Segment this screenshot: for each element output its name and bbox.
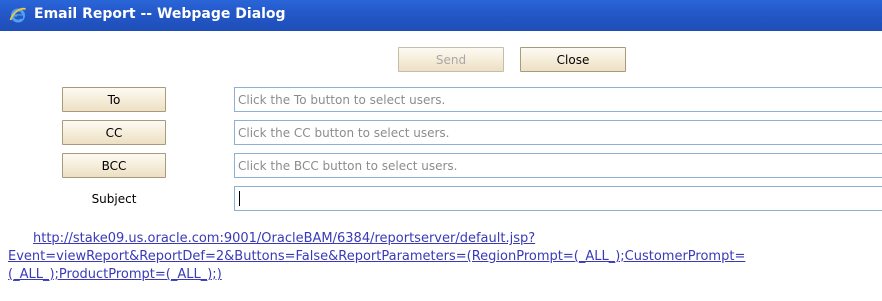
bcc-button[interactable]: BCC [62,153,166,178]
bcc-field-placeholder: Click the BCC button to select users. [238,158,458,173]
report-url-link[interactable]: http://stake09.us.oracle.com:9001/Oracle… [8,230,882,284]
report-url-line-2: Event=viewReport&ReportDef=2&Buttons=Fal… [8,249,746,264]
dialog-title: Email Report -- Webpage Dialog [34,6,286,22]
cc-field-placeholder: Click the CC button to select users. [238,125,450,140]
text-cursor [239,191,240,206]
cc-button[interactable]: CC [62,120,166,145]
internet-explorer-icon [9,7,26,23]
to-field[interactable]: Click the To button to select users. [234,87,882,112]
bcc-field[interactable]: Click the BCC button to select users. [234,153,882,178]
to-button[interactable]: To [62,87,166,112]
close-button[interactable]: Close [520,47,626,72]
send-button[interactable]: Send [398,47,504,72]
cc-field[interactable]: Click the CC button to select users. [234,120,882,145]
report-url-line-1: http://stake09.us.oracle.com:9001/Oracle… [33,231,536,246]
subject-input[interactable] [234,186,882,211]
to-field-placeholder: Click the To button to select users. [238,92,446,107]
dialog-title-bar: Email Report -- Webpage Dialog [0,0,882,31]
subject-label: Subject [91,191,137,206]
report-url-line-3: (_ALL_);ProductPrompt=(_ALL_);) [8,267,222,282]
